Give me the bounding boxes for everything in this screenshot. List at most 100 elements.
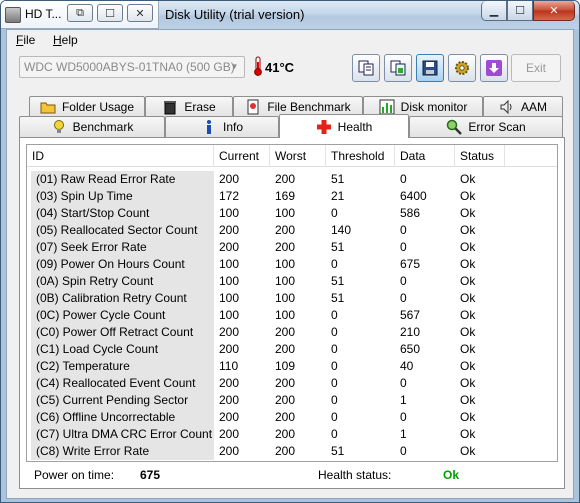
table-row[interactable]: (0B) Calibration Retry Count 100 100 51 0 Ok (27, 290, 557, 307)
cell-status: Ok (460, 342, 476, 356)
table-row[interactable]: (01) Raw Read Error Rate 200 200 51 0 Ok (27, 171, 557, 188)
cell-current: 100 (219, 257, 240, 271)
tab-erase[interactable]: Erase (145, 96, 233, 117)
menu-help[interactable]: Help (53, 33, 78, 47)
column-header-status[interactable]: Status (455, 145, 505, 167)
cell-worst: 200 (275, 223, 296, 237)
cell-current: 172 (219, 189, 240, 203)
cell-id: (C2) Temperature (31, 358, 214, 375)
cell-current: 100 (219, 291, 240, 305)
table-row[interactable]: (05) Reallocated Sector Count 200 200 140 0 O… (27, 222, 557, 239)
cell-data: 0 (400, 291, 407, 305)
cell-threshold: 0 (331, 206, 338, 220)
tab-benchmark[interactable]: Benchmark (19, 116, 165, 137)
table-row[interactable]: (C1) Load Cycle Count 200 200 0 650 Ok (27, 341, 557, 358)
smart-table[interactable]: ID Current Worst Threshold Data Status (… (26, 144, 558, 462)
copy-image-button[interactable] (384, 54, 412, 82)
tab-info[interactable]: Info (165, 116, 279, 137)
cell-id: (09) Power On Hours Count (31, 256, 214, 273)
table-row[interactable]: (07) Seek Error Rate 200 200 51 0 Ok (27, 239, 557, 256)
close-button[interactable]: ✕ (533, 1, 575, 21)
taskbar-tab[interactable]: HD T... ⧉ ☐ ✕ (1, 1, 159, 29)
cell-data: 0 (400, 274, 407, 288)
table-row[interactable]: (C2) Temperature 110 109 0 40 Ok (27, 358, 557, 375)
tab-aam[interactable]: AAM (483, 96, 563, 117)
cell-current: 200 (219, 240, 240, 254)
table-row[interactable]: (0A) Spin Retry Count 100 100 51 0 Ok (27, 273, 557, 290)
column-header-worst[interactable]: Worst (270, 145, 326, 167)
table-row[interactable]: (C8) Write Error Rate 200 200 51 0 Ok (27, 443, 557, 460)
cell-status: Ok (460, 189, 476, 203)
cell-id: (04) Start/Stop Count (31, 205, 214, 222)
options-button[interactable] (448, 54, 476, 82)
table-row[interactable]: (C7) Ultra DMA CRC Error Count 200 200 0 1 Ok (27, 426, 557, 443)
table-row[interactable]: (0C) Power Cycle Count 100 100 0 567 Ok (27, 307, 557, 324)
tab-health[interactable]: Health (279, 114, 409, 138)
restore-small-button[interactable]: ⧉ (67, 4, 93, 22)
lightbulb-icon (53, 120, 64, 133)
cell-status: Ok (460, 291, 476, 305)
cell-current: 200 (219, 223, 240, 237)
table-row[interactable]: (04) Start/Stop Count 100 100 0 586 Ok (27, 205, 557, 222)
cell-worst: 100 (275, 274, 296, 288)
cell-threshold: 51 (331, 291, 345, 305)
cell-data: 0 (400, 410, 407, 424)
chevron-down-icon[interactable]: ▼ (228, 60, 241, 74)
cell-threshold: 51 (331, 274, 345, 288)
tab-label: Health (337, 119, 373, 134)
column-header-threshold[interactable]: Threshold (326, 145, 395, 167)
cell-status: Ok (460, 223, 476, 237)
minimize-icon: ▁ (489, 5, 499, 17)
cell-worst: 100 (275, 308, 296, 322)
cell-status: Ok (460, 240, 476, 254)
close-small-button[interactable]: ✕ (127, 4, 153, 22)
cell-current: 110 (219, 359, 239, 373)
cell-threshold: 0 (331, 376, 338, 390)
minimize-button[interactable]: ▁ (481, 1, 507, 21)
column-header-id[interactable]: ID (27, 145, 214, 167)
tab-label: Info (222, 120, 243, 134)
menu-file[interactable]: File (16, 33, 35, 47)
cell-worst: 100 (275, 206, 296, 220)
table-row[interactable]: (C5) Current Pending Sector 200 200 0 1 Ok (27, 392, 557, 409)
cell-data: 1 (400, 427, 407, 441)
column-header-data[interactable]: Data (395, 145, 455, 167)
cell-status: Ok (460, 410, 476, 424)
tab-folder-usage[interactable]: Folder Usage (29, 96, 145, 117)
tab-label: Folder Usage (61, 100, 135, 114)
app-window: HD T... ⧉ ☐ ✕ Disk Utility (trial versio… (0, 0, 580, 503)
exit-button[interactable]: Exit (511, 54, 561, 82)
health-panel: ID Current Worst Threshold Data Status (… (19, 137, 565, 489)
maximize-small-button[interactable]: ☐ (97, 4, 123, 22)
cell-id: (C8) Write Error Rate (31, 443, 214, 460)
table-row[interactable]: (03) Spin Up Time 172 169 21 6400 Ok (27, 188, 557, 205)
cell-current: 200 (219, 393, 240, 407)
cell-id: (C0) Power Off Retract Count (31, 324, 214, 341)
floppy-disk-icon (422, 60, 438, 76)
cell-worst: 200 (275, 325, 296, 339)
table-row[interactable]: (C0) Power Off Retract Count 200 200 0 210 Ok (27, 324, 557, 341)
hard-drive-icon (5, 7, 21, 23)
tab-error-scan[interactable]: Error Scan (409, 116, 563, 137)
download-button[interactable] (480, 54, 508, 82)
bar-chart-icon (379, 99, 395, 115)
cell-status: Ok (460, 308, 476, 322)
cell-threshold: 51 (331, 172, 345, 186)
cell-id: (07) Seek Error Rate (31, 239, 214, 256)
maximize-button[interactable]: ☐ (507, 1, 533, 21)
table-row[interactable]: (09) Power On Hours Count 100 100 0 675 Ok (27, 256, 557, 273)
table-row[interactable]: (C4) Reallocated Event Count 200 200 0 0 Ok (27, 375, 557, 392)
column-header-current[interactable]: Current (214, 145, 270, 167)
thermometer-icon (254, 56, 262, 76)
table-row[interactable]: (C6) Offline Uncorrectable 200 200 0 0 Ok (27, 409, 557, 426)
save-button[interactable] (416, 54, 444, 82)
health-status-value: Ok (443, 468, 460, 482)
cell-data: 6400 (400, 189, 427, 203)
cell-current: 100 (219, 308, 240, 322)
drive-select[interactable]: WDC WD5000ABYS-01TNA0 (500 GB) ▼ (19, 56, 245, 78)
tab-label: Benchmark (72, 120, 134, 134)
cell-status: Ok (460, 274, 476, 288)
cell-data: 0 (400, 172, 407, 186)
copy-text-button[interactable] (352, 54, 380, 82)
restore-icon: ⧉ (76, 6, 84, 19)
